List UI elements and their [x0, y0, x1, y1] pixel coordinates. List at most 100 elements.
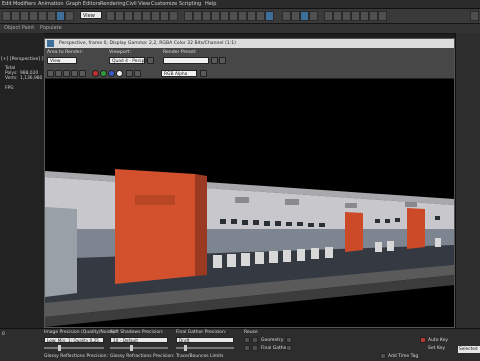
display-icon[interactable]	[333, 11, 342, 21]
schematic-view-icon[interactable]	[229, 11, 238, 21]
motion-icon[interactable]	[351, 11, 360, 21]
timeline-frame: 0	[2, 332, 5, 337]
color-swatch-icon[interactable]	[134, 70, 141, 77]
render-setup-icon[interactable]	[211, 57, 218, 64]
monochrome-icon[interactable]	[126, 70, 133, 77]
environment-icon[interactable]	[219, 57, 226, 64]
teapot-icon[interactable]	[282, 11, 291, 21]
snap-icon[interactable]	[142, 11, 151, 21]
glossy-reflections-label: Glossy Reflections Precision:	[44, 354, 109, 359]
workspace-icon[interactable]	[300, 11, 309, 21]
rendered-building-image	[45, 79, 454, 327]
select-object-icon[interactable]	[56, 11, 65, 21]
render-setup-icon[interactable]	[247, 11, 256, 21]
menu-scripting[interactable]: Scripting	[179, 1, 201, 7]
soft-shadows-dropdown[interactable]: 1X - Default	[110, 337, 168, 343]
menu-civil-view[interactable]: Civil View	[126, 1, 150, 7]
percent-snap-icon[interactable]	[160, 11, 169, 21]
viewport-dropdown[interactable]: Quad 4 - Perspec	[109, 57, 149, 64]
add-time-tag-button[interactable]: Add Time Tag	[388, 354, 418, 359]
pivot-icon[interactable]	[106, 11, 115, 21]
tools-icon[interactable]	[309, 11, 318, 21]
slider-knob[interactable]	[58, 345, 61, 351]
slider-knob[interactable]	[130, 345, 133, 351]
hierarchy-icon[interactable]	[342, 11, 351, 21]
render-preset-dropdown[interactable]	[163, 57, 209, 64]
spinner-snap-icon[interactable]	[169, 11, 178, 21]
soft-shadows-label: Soft Shadows Precision:	[110, 330, 164, 335]
menu-bar: Edit Modifiers Animation Graph Editors R…	[0, 0, 480, 9]
clear-final-gather-icon[interactable]	[286, 345, 292, 351]
menu-customize[interactable]: Customize	[151, 1, 177, 7]
clear-geometry-icon[interactable]	[286, 337, 292, 343]
time-tag-icon[interactable]	[380, 353, 386, 359]
selection-set-dropdown[interactable]: Selected	[458, 346, 480, 353]
curve-editor-icon[interactable]	[220, 11, 229, 21]
green-channel-toggle[interactable]	[100, 70, 107, 77]
reference-coordinate-dropdown[interactable]: View	[80, 11, 102, 19]
area-to-render-dropdown[interactable]: View	[47, 57, 77, 64]
unlink-icon[interactable]	[29, 11, 38, 21]
final-gather-slider[interactable]	[176, 345, 234, 351]
clone-window-icon[interactable]	[63, 70, 70, 77]
menu-help[interactable]: Help	[205, 1, 216, 7]
save-image-icon[interactable]	[47, 70, 54, 77]
copy-image-icon[interactable]	[55, 70, 62, 77]
command-panel[interactable]	[455, 33, 480, 328]
ribbon-icon[interactable]	[211, 11, 220, 21]
mirror-icon[interactable]	[184, 11, 193, 21]
render-preset-label: Render Preset:	[163, 50, 197, 55]
slider-knob[interactable]	[184, 345, 187, 351]
final-gather-dropdown[interactable]: Draft	[176, 337, 234, 343]
toggle-ui-icon[interactable]	[200, 70, 207, 77]
redo-icon[interactable]	[11, 11, 20, 21]
menu-graph-editors[interactable]: Graph Editors	[66, 1, 100, 7]
soft-shadows-slider[interactable]	[110, 345, 168, 351]
search-icon[interactable]	[470, 11, 479, 21]
print-icon[interactable]	[71, 70, 78, 77]
menu-animation[interactable]: Animation	[38, 1, 64, 7]
view-icon[interactable]	[291, 11, 300, 21]
menu-edit[interactable]: Edit	[2, 1, 12, 7]
align-icon[interactable]	[193, 11, 202, 21]
auto-key-label: Auto Key	[428, 338, 449, 343]
options-icon[interactable]	[378, 11, 387, 21]
rendered-frame-icon[interactable]	[256, 11, 265, 21]
main-toolbar: View	[0, 9, 480, 24]
rotate-icon[interactable]	[124, 11, 133, 21]
window-icon[interactable]	[369, 11, 378, 21]
lock-icon[interactable]	[244, 337, 250, 343]
material-editor-icon[interactable]	[238, 11, 247, 21]
image-precision-slider[interactable]	[44, 345, 104, 351]
render-icon[interactable]	[265, 11, 274, 21]
channel-display-dropdown[interactable]: RGB Alpha	[161, 70, 197, 77]
lock-icon[interactable]	[244, 345, 250, 351]
selection-filter-icon[interactable]	[47, 11, 56, 21]
menu-rendering[interactable]: Rendering	[100, 1, 126, 7]
select-by-name-icon[interactable]	[65, 11, 74, 21]
graphite-icon[interactable]	[324, 11, 333, 21]
image-precision-dropdown[interactable]: Low: Min: 1; Quality 0.25	[44, 337, 104, 343]
move-icon[interactable]	[115, 11, 124, 21]
final-gather-checkbox[interactable]	[252, 345, 258, 351]
utilities-icon[interactable]	[360, 11, 369, 21]
auto-key-button[interactable]	[420, 337, 426, 343]
layer-icon[interactable]	[202, 11, 211, 21]
red-channel-toggle[interactable]	[92, 70, 99, 77]
alpha-channel-toggle[interactable]	[116, 70, 123, 77]
link-icon[interactable]	[20, 11, 29, 21]
populate-tab[interactable]: Populate	[40, 25, 62, 31]
object-paint-tab[interactable]: Object Paint	[4, 25, 34, 31]
blue-channel-toggle[interactable]	[108, 70, 115, 77]
menu-modifiers[interactable]: Modifiers	[13, 1, 36, 7]
undo-icon[interactable]	[2, 11, 11, 21]
bind-icon[interactable]	[38, 11, 47, 21]
clear-icon[interactable]	[79, 70, 86, 77]
image-precision-label: Image Precision (Quality/Noise):	[44, 330, 117, 335]
geometry-checkbox[interactable]	[252, 337, 258, 343]
stats-fps-label: FPS:	[5, 86, 15, 91]
angle-snap-icon[interactable]	[151, 11, 160, 21]
set-key-label: Set Key	[428, 346, 445, 351]
scale-icon[interactable]	[133, 11, 142, 21]
lock-icon[interactable]	[147, 57, 154, 64]
